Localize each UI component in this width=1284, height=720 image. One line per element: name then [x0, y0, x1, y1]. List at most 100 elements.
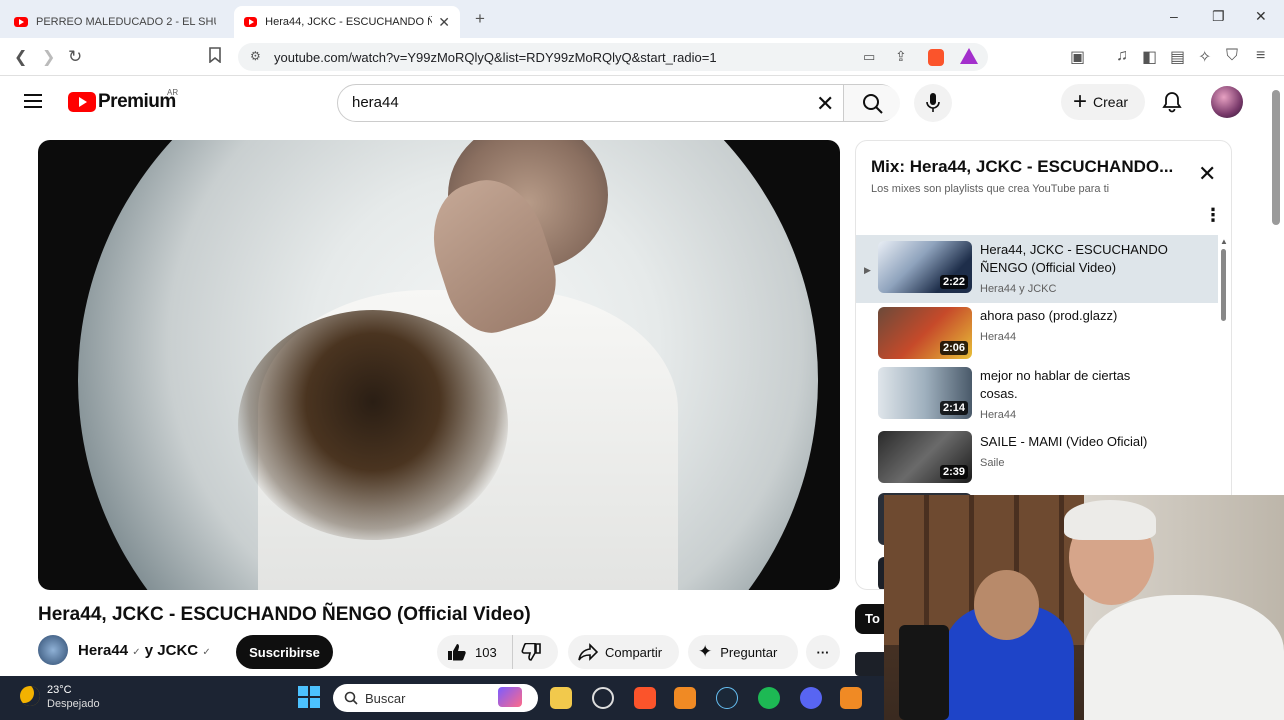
- bookmark-icon[interactable]: [208, 47, 222, 68]
- weather-moon-icon[interactable]: [20, 686, 40, 706]
- scroll-up-icon[interactable]: ▲: [1220, 237, 1228, 246]
- verified-icon: ✓: [132, 647, 141, 658]
- playlist-item-author: Saile: [980, 457, 1005, 469]
- menu-icon[interactable]: ≡: [1256, 47, 1265, 65]
- minimize-button[interactable]: –: [1170, 8, 1178, 24]
- maximize-button[interactable]: ❐: [1212, 8, 1225, 25]
- playlist-thumbnail[interactable]: 2:22: [878, 241, 972, 293]
- duration-badge: 2:06: [939, 341, 968, 355]
- playlist-item-title[interactable]: Hera44, JCKC - ESCUCHANDO ÑENGO (Officia…: [980, 241, 1170, 277]
- microphone-icon: [926, 93, 940, 112]
- youtube-header: Premium AR ✕ + Crear: [0, 76, 1284, 132]
- playlist-item[interactable]: ▶ 2:22 Hera44, JCKC - ESCUCHANDO ÑENGO (…: [856, 235, 1218, 303]
- playlist-thumbnail[interactable]: 2:39: [878, 431, 972, 483]
- playlist-item-author: Hera44: [980, 331, 1017, 343]
- close-playlist-icon[interactable]: ✕: [1198, 161, 1216, 187]
- playlist-item-title[interactable]: mejor no hablar de ciertas cosas.: [980, 367, 1170, 403]
- search-button[interactable]: [843, 85, 900, 121]
- notifications-bell-icon[interactable]: [1162, 91, 1182, 113]
- playlist-item[interactable]: 2:39 SAILE - MAMI (Video Oficial) Saile: [856, 431, 1218, 491]
- hamburger-menu-icon[interactable]: [24, 94, 42, 108]
- browser-tab-bar: PERREO MALEDUCADO 2 - EL SHURA Hera44, J…: [0, 0, 1284, 38]
- channel-names[interactable]: Hera44 ✓ y JCKC ✓: [78, 642, 211, 659]
- fl-studio-icon[interactable]: [674, 687, 696, 709]
- logo-region: AR: [167, 88, 179, 97]
- brave-browser-icon[interactable]: [634, 687, 656, 709]
- playlist-item[interactable]: 2:14 mejor no hablar de ciertas cosas. H…: [856, 363, 1218, 431]
- user-avatar[interactable]: [1211, 86, 1243, 118]
- youtube-logo-icon[interactable]: [68, 92, 96, 112]
- logo-text[interactable]: Premium: [98, 91, 176, 113]
- vpn-icon[interactable]: ⛉: [1226, 47, 1238, 65]
- weather-temp[interactable]: 23°C: [47, 684, 72, 696]
- reload-icon[interactable]: ↻: [68, 47, 82, 67]
- more-actions-button[interactable]: ···: [806, 635, 840, 669]
- duration-badge: 2:14: [939, 401, 968, 415]
- playlist-thumbnail[interactable]: 2:06: [878, 307, 972, 359]
- playlist-item-author: Hera44 y JCKC: [980, 283, 1057, 295]
- youtube-favicon-icon: [244, 17, 258, 27]
- sidebar-icon[interactable]: ◧: [1142, 47, 1157, 67]
- search-box: ✕: [337, 84, 900, 122]
- weather-desc[interactable]: Despejado: [47, 698, 100, 710]
- ask-button[interactable]: ✦ Preguntar: [688, 635, 798, 669]
- windows-logo-tile: [298, 686, 308, 696]
- channel-avatar[interactable]: [38, 635, 68, 665]
- tab-title: Hera44, JCKC - ESCUCHANDO ÑENGO: [265, 16, 433, 28]
- site-info-icon[interactable]: ⚙: [250, 49, 261, 63]
- share-arrow-icon: [578, 643, 598, 661]
- voice-search-button[interactable]: [914, 84, 952, 122]
- forward-icon[interactable]: ❯: [42, 47, 55, 67]
- page-scrollbar[interactable]: [1272, 90, 1280, 225]
- create-button[interactable]: + Crear: [1061, 84, 1145, 120]
- tab-search-icon[interactable]: ▣: [1070, 47, 1085, 67]
- file-explorer-icon[interactable]: [550, 687, 572, 709]
- close-window-button[interactable]: ✕: [1255, 8, 1267, 25]
- fl-studio-icon[interactable]: [840, 687, 862, 709]
- channel-name-2[interactable]: y JCKC: [145, 642, 198, 659]
- playlist-more-icon[interactable]: ⋮: [1204, 205, 1222, 226]
- video-player[interactable]: [38, 140, 840, 590]
- new-tab-button[interactable]: +: [475, 9, 485, 29]
- browser-tab-active[interactable]: Hera44, JCKC - ESCUCHANDO ÑENGO ✕: [234, 6, 460, 38]
- steam-icon[interactable]: [716, 687, 738, 709]
- like-button[interactable]: 103: [437, 635, 513, 669]
- webcam-overlay: [884, 495, 1284, 720]
- share-button[interactable]: Compartir: [568, 635, 679, 669]
- search-icon: [344, 691, 358, 705]
- close-tab-icon[interactable]: ✕: [438, 14, 450, 31]
- webcam-person-left-head: [974, 570, 1039, 640]
- plus-icon: +: [1073, 88, 1088, 115]
- webcam-microphone: [899, 625, 949, 720]
- playlist-item[interactable]: 2:06 ahora paso (prod.glazz) Hera44: [856, 303, 1218, 363]
- start-button[interactable]: [298, 686, 320, 708]
- dislike-button[interactable]: [521, 642, 541, 664]
- channel-name[interactable]: Hera44: [78, 642, 128, 659]
- create-label: Crear: [1093, 94, 1129, 110]
- playlist-scrollbar[interactable]: [1221, 249, 1226, 321]
- video-frame-wing-print: [238, 310, 508, 540]
- windows-taskbar: 23°C Despejado Buscar: [0, 676, 884, 720]
- discord-icon[interactable]: [800, 687, 822, 709]
- search-input[interactable]: [352, 94, 792, 111]
- brave-shields-icon[interactable]: [928, 49, 944, 66]
- wallet-icon[interactable]: ▤: [1170, 47, 1185, 67]
- brave-rewards-icon[interactable]: [960, 48, 978, 64]
- back-icon[interactable]: ❮: [14, 47, 27, 67]
- media-icon[interactable]: ♫: [1116, 47, 1128, 65]
- address-bar[interactable]: ⚙ youtube.com/watch?v=Y99zMoRQlyQ&list=R…: [238, 43, 988, 71]
- spotify-icon[interactable]: [758, 687, 780, 709]
- subscribe-button[interactable]: Suscribirse: [236, 635, 333, 669]
- video-title: Hera44, JCKC - ESCUCHANDO ÑENGO (Officia…: [38, 604, 531, 625]
- taskbar-search[interactable]: Buscar: [333, 684, 538, 712]
- playlist-title[interactable]: Mix: Hera44, JCKC - ESCUCHANDO...: [871, 157, 1173, 177]
- share-icon[interactable]: ⇪: [895, 48, 907, 65]
- leo-ai-icon[interactable]: ✧: [1198, 47, 1211, 67]
- browser-tab-inactive[interactable]: PERREO MALEDUCADO 2 - EL SHURA: [4, 6, 230, 38]
- playlist-item-title[interactable]: ahora paso (prod.glazz): [980, 307, 1170, 325]
- clear-search-icon[interactable]: ✕: [816, 91, 834, 117]
- playlist-thumbnail[interactable]: 2:14: [878, 367, 972, 419]
- obs-icon[interactable]: [592, 687, 614, 709]
- cast-icon[interactable]: ▭: [863, 49, 875, 65]
- playlist-item-title[interactable]: SAILE - MAMI (Video Oficial): [980, 433, 1170, 451]
